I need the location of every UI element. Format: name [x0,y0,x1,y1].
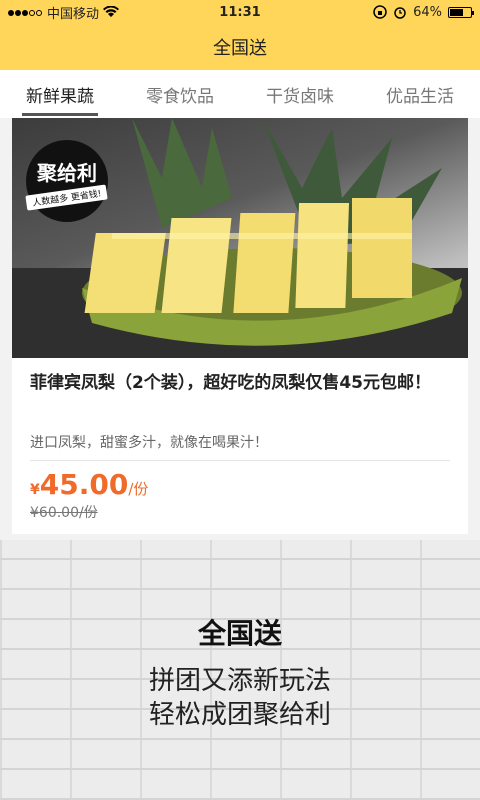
battery-icon [448,6,474,18]
promo-line-2: 轻松成团聚给利 [148,700,331,730]
group-buy-badge: 聚给利 人数越多 更省钱! [25,140,109,222]
product-price: ¥ 45.00 /份 [30,468,148,501]
product-card[interactable]: 聚给利 人数越多 更省钱! 菲律宾凤梨（2个装），超好吃的凤梨仅售45元包邮！ … [12,118,468,534]
product-image: 聚给利 人数越多 更省钱! [12,118,468,358]
badge-title: 聚给利 [37,161,97,185]
product-title: 菲律宾凤梨（2个装），超好吃的凤梨仅售45元包邮！ [30,373,431,393]
divider [30,460,450,461]
price-value: 45.00 [39,468,129,501]
promo-title: 全国送 [197,617,282,650]
alarm-icon [394,7,406,19]
price-symbol: ¥ [30,482,40,498]
tab-quality-life[interactable]: 优品生活 [360,70,480,118]
page-title: 全国送 [213,38,267,59]
price-unit: /份 [128,480,149,498]
tab-snacks-drinks[interactable]: 零食饮品 [120,70,240,118]
original-price: ¥60.00/份 [30,505,98,521]
lock-rotation-icon [373,5,387,19]
tab-label: 新鲜果蔬 [26,86,94,107]
product-subtitle: 进口凤梨，甜蜜多汁，就像在喝果汁！ [30,435,268,451]
battery-percent: 64% [413,4,442,20]
tab-label: 干货卤味 [266,86,334,107]
promo-line-1: 拼团又添新玩法 [148,666,331,696]
status-bar: 中国移动 11:31 64% [0,0,480,24]
status-right: 64% [373,4,474,20]
tab-label: 零食饮品 [146,86,214,107]
nav-bar: 全国送 [0,24,480,70]
badge-subtitle: 人数越多 更省钱! [25,184,109,211]
category-tabs: 新鲜果蔬 零食饮品 干货卤味 优品生活 [0,70,480,118]
tab-dried-goods[interactable]: 干货卤味 [240,70,360,118]
tab-label: 优品生活 [386,86,454,107]
tab-fresh-produce[interactable]: 新鲜果蔬 [0,70,120,118]
